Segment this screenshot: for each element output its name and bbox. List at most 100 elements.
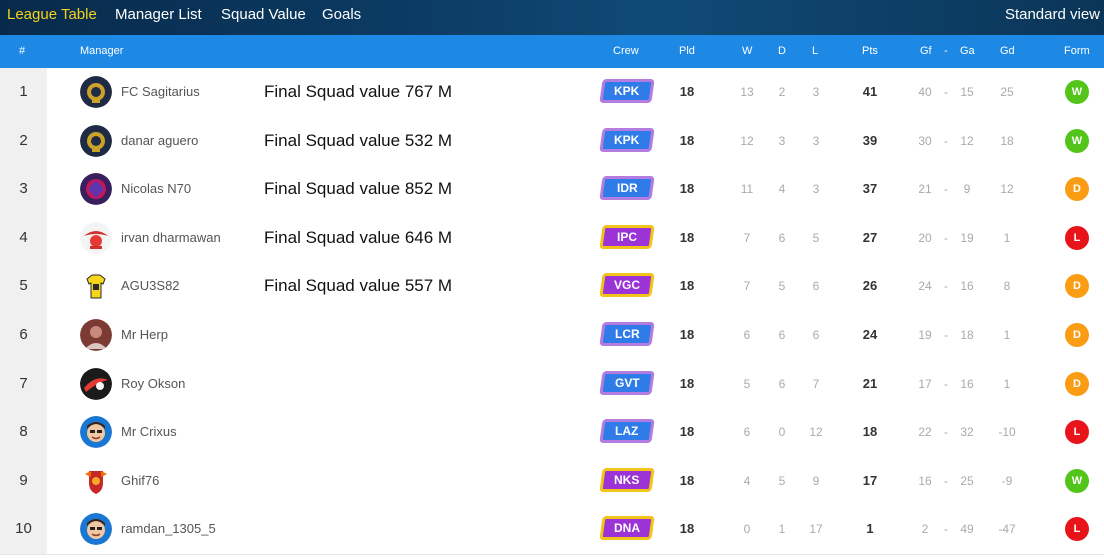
goals-against: 19: [960, 230, 974, 245]
crew-label: IPC: [616, 229, 637, 244]
goals-separator: -: [944, 182, 948, 197]
avatar[interactable]: [80, 513, 112, 546]
squad-value-note: Final Squad value 532 M: [264, 130, 453, 150]
goal-difference: -10: [998, 425, 1016, 440]
points: 24: [862, 327, 878, 342]
losses: 5: [812, 230, 820, 245]
goals-against: 9: [963, 182, 971, 197]
goals-separator: -: [944, 85, 948, 99]
rank: 6: [19, 326, 28, 343]
crew-badge[interactable]: KPK: [599, 79, 655, 103]
col-form: Form: [1064, 45, 1090, 57]
tab-squad-value[interactable]: Squad Value: [221, 6, 306, 23]
points: 37: [862, 181, 878, 197]
draws: 1: [778, 522, 786, 537]
goals-against: 25: [960, 473, 974, 488]
manager-name[interactable]: danar aguero: [121, 133, 198, 148]
col-ga: Ga: [960, 45, 975, 57]
crew-badge[interactable]: NKS: [599, 467, 655, 492]
tab-goals[interactable]: Goals: [322, 6, 361, 23]
avatar[interactable]: [80, 76, 112, 108]
form-badge: L: [1065, 420, 1089, 445]
goal-difference: 1: [1003, 376, 1011, 391]
crew-label: LAZ: [615, 424, 639, 439]
crew-badge[interactable]: IDR: [599, 176, 655, 201]
avatar[interactable]: [80, 416, 112, 449]
played: 18: [679, 278, 695, 294]
crew-badge[interactable]: KPK: [599, 127, 655, 152]
table-row[interactable]: 9 Ghif76 NKS 18 4 5 9 17 16-25 -9 W: [0, 456, 1104, 507]
losses: 6: [812, 279, 820, 294]
crew-badge[interactable]: GVT: [599, 370, 655, 395]
squad-value-note: Final Squad value 852 M: [264, 179, 453, 199]
losses: 7: [812, 376, 820, 391]
goals-for: 16: [918, 473, 932, 488]
draws: 3: [778, 133, 786, 148]
wins: 7: [743, 230, 751, 245]
manager-name[interactable]: Ghif76: [121, 473, 159, 488]
table-row[interactable]: 4 irvan dharmawan Final Squad value 646 M I…: [0, 213, 1104, 264]
crew-label: KPK: [614, 132, 640, 147]
losses: 3: [812, 133, 820, 148]
played: 18: [679, 521, 695, 537]
tab-manager-list[interactable]: Manager List: [115, 6, 202, 23]
goals-separator: -: [944, 425, 948, 440]
crew-label: NKS: [614, 472, 640, 487]
goals-separator: -: [944, 473, 948, 488]
form-badge: D: [1065, 274, 1089, 299]
goals-against: 32: [960, 425, 974, 440]
avatar[interactable]: [80, 173, 112, 206]
wins: 11: [740, 182, 754, 197]
manager-name[interactable]: Nicolas N70: [121, 181, 191, 196]
goals-separator: -: [944, 328, 948, 342]
avatar[interactable]: [80, 319, 112, 351]
goal-difference: 1: [1003, 230, 1011, 245]
col-w: W: [742, 45, 753, 57]
col-dash: -: [944, 45, 948, 57]
form-badge: L: [1065, 225, 1089, 250]
avatar[interactable]: [80, 124, 112, 157]
standard-view-toggle[interactable]: Standard view: [1005, 6, 1100, 23]
goal-difference: 12: [1000, 182, 1014, 197]
table-row[interactable]: 1 FC Sagitarius Final Squad value 767 M KPK…: [0, 68, 1104, 118]
draws: 4: [778, 182, 786, 197]
crew-badge[interactable]: LCR: [599, 322, 655, 346]
crew-label: LCR: [614, 327, 640, 341]
crew-badge[interactable]: IPC: [599, 224, 655, 249]
table-row[interactable]: 5 AGU3S82 Final Squad value 557 M VGC 18 7 5 6 2…: [0, 262, 1104, 312]
points: 18: [862, 424, 878, 440]
avatar[interactable]: [80, 367, 112, 400]
goal-difference: 1: [1003, 328, 1011, 342]
table-row[interactable]: 7 Roy Okson GVT 18 5 6 7 21 17-16 1 D: [0, 359, 1104, 410]
manager-name[interactable]: Roy Okson: [121, 376, 185, 391]
goal-difference: -47: [998, 522, 1016, 537]
goals-against: 16: [960, 279, 974, 294]
crew-badge[interactable]: DNA: [599, 516, 655, 541]
manager-name[interactable]: FC Sagitarius: [121, 84, 200, 99]
avatar[interactable]: [80, 221, 112, 254]
manager-name[interactable]: ramdan_1305_5: [121, 521, 216, 536]
avatar[interactable]: [80, 270, 112, 303]
table-row[interactable]: 3 Nicolas N70 Final Squad value 852 M IDR 18…: [0, 165, 1104, 215]
manager-name[interactable]: AGU3S82: [121, 278, 180, 293]
rank: 3: [19, 180, 28, 198]
crew-label: VGC: [613, 278, 640, 293]
draws: 6: [778, 376, 786, 391]
crew-badge[interactable]: VGC: [599, 273, 655, 298]
manager-name[interactable]: Mr Crixus: [121, 424, 177, 439]
played: 18: [679, 424, 695, 440]
table-row[interactable]: 8 Mr Crixus LAZ 18 6 0 12 18 22-32 -10 L: [0, 408, 1104, 458]
table-row[interactable]: 10 ramdan_1305_5 DNA 18 0 1 17 1 2-49 -47 L: [0, 505, 1104, 555]
table-row[interactable]: 6 Mr Herp LCR 18 6 6 6 24 19-18 1 D: [0, 311, 1104, 361]
avatar[interactable]: [80, 464, 112, 497]
crew-badge[interactable]: LAZ: [599, 419, 655, 444]
goals-separator: -: [944, 522, 948, 537]
played: 18: [679, 132, 695, 148]
form-badge: L: [1065, 517, 1089, 542]
tab-league-table[interactable]: League Table: [7, 6, 97, 23]
table-row[interactable]: 2 danar aguero Final Squad value 532 M KPK 1…: [0, 116, 1104, 167]
goals-for: 17: [918, 376, 932, 391]
manager-name[interactable]: Mr Herp: [121, 327, 168, 342]
manager-name[interactable]: irvan dharmawan: [121, 230, 221, 245]
played: 18: [679, 229, 695, 245]
